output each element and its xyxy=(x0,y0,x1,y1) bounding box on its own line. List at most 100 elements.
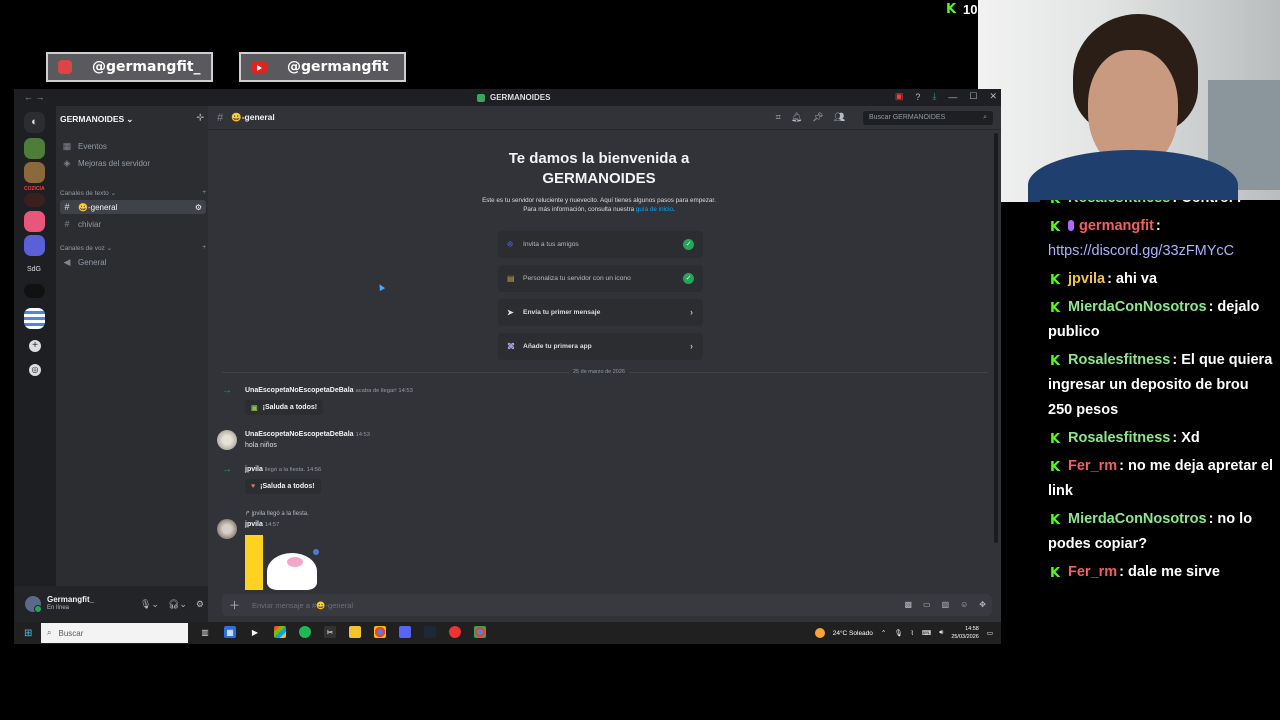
add-channel-icon[interactable]: + xyxy=(202,189,206,197)
task-view-icon[interactable]: ▥ xyxy=(199,626,211,638)
voice-channel-general[interactable]: ◀ General xyxy=(60,255,206,269)
server-icon-5[interactable] xyxy=(24,235,45,256)
guide-link[interactable]: guía de inicio xyxy=(636,206,673,213)
close-icon[interactable]: ✕ xyxy=(989,91,997,102)
spotify-icon[interactable] xyxy=(299,626,311,638)
chat-username[interactable]: Fer_rm xyxy=(1068,458,1117,474)
boosts-link[interactable]: ◈ Mejoras del servidor xyxy=(60,156,206,170)
tray-chevron-icon[interactable]: ⌃ xyxy=(881,629,886,637)
clock[interactable]: 14:58 25/03/2026 xyxy=(951,625,979,641)
apps-icon[interactable]: ✥ xyxy=(979,600,986,609)
server-header[interactable]: GERMANOIDES ⌄ ⊹ xyxy=(60,112,204,126)
avatar[interactable] xyxy=(217,519,237,539)
task-customize-icon[interactable]: ▤ Personaliza tu servidor con un icono ✓ xyxy=(498,265,703,292)
notifications-icon[interactable]: ▭ xyxy=(987,629,993,637)
chat-username[interactable]: jpvila xyxy=(1068,271,1105,287)
server-icon-2[interactable] xyxy=(24,162,45,183)
weather-text[interactable]: 24°C Soleado xyxy=(833,630,873,637)
chat-text: : dale me sirve xyxy=(1119,564,1220,580)
gif-icon[interactable]: ▭ xyxy=(923,600,931,609)
scrollbar[interactable] xyxy=(994,133,998,543)
user-settings-icon[interactable]: ⚙ xyxy=(196,599,204,610)
chat-username[interactable]: germangfit xyxy=(1079,218,1154,234)
obs-icon[interactable] xyxy=(449,626,461,638)
recording-icon[interactable]: ▣ xyxy=(895,91,904,102)
file-explorer-icon[interactable] xyxy=(349,626,361,638)
notification-bell-icon[interactable]: 🔔︎ xyxy=(791,112,802,123)
chat-username[interactable]: Rosalesfitness xyxy=(1068,200,1170,206)
windows-start-icon[interactable]: ⊞ xyxy=(24,628,32,639)
server-icon-7[interactable] xyxy=(24,284,45,298)
taskbar-search[interactable]: ⌕ Buscar xyxy=(41,623,188,643)
maximize-icon[interactable]: ☐ xyxy=(969,91,977,102)
capcut-icon[interactable]: ✂ xyxy=(324,626,336,638)
emoji-icon[interactable]: ☺ xyxy=(960,600,968,609)
threads-icon[interactable]: ⌗ xyxy=(776,112,781,123)
chat-text: : xyxy=(1155,218,1161,234)
microsoft-icon[interactable] xyxy=(274,626,286,638)
gift-icon[interactable]: ▩ xyxy=(904,600,912,609)
channel-settings-icon[interactable]: ⚙ xyxy=(195,203,202,212)
chat-username[interactable]: MierdaConNosotros xyxy=(1068,511,1207,527)
tray-mic-icon[interactable]: 🎙︎ xyxy=(894,629,902,637)
message-author[interactable]: jpvila xyxy=(245,521,263,528)
download-icon[interactable]: ⤓ xyxy=(932,91,936,102)
channel-general[interactable]: # 😀-general ⚙ xyxy=(60,200,206,214)
network-icon[interactable]: ⌇ xyxy=(911,629,914,637)
chat-username[interactable]: MierdaConNosotros xyxy=(1068,299,1207,315)
chrome-profile-icon[interactable] xyxy=(474,626,486,638)
chrome-icon[interactable] xyxy=(374,626,386,638)
task-first-message[interactable]: ➤ Envía tu primer mensaje › xyxy=(498,299,703,326)
sticker-image[interactable] xyxy=(245,535,325,590)
server-label-sdg[interactable]: SdG xyxy=(27,266,41,273)
add-voice-channel-icon[interactable]: + xyxy=(202,244,206,252)
headphones-icon[interactable]: 🎧︎⌄ xyxy=(168,599,187,610)
media-player-icon[interactable]: ▶ xyxy=(249,626,261,638)
reply-reference[interactable]: ↱ jpvila llegó a la fiesta. xyxy=(245,510,309,517)
weather-icon[interactable] xyxy=(814,628,825,638)
keyboard-icon[interactable]: ⌨ xyxy=(922,629,931,637)
help-icon[interactable]: ? xyxy=(915,92,920,102)
events-link[interactable]: ▦ Eventos xyxy=(60,139,206,153)
wave-button[interactable]: ▣ ¡Saluda a todos! xyxy=(245,400,324,415)
explore-icon[interactable]: ◎ xyxy=(29,364,41,376)
chat-link[interactable]: https://discord.gg/33zFMYcC xyxy=(1048,243,1234,259)
message-author[interactable]: jpvila xyxy=(245,466,263,473)
discord-home-icon[interactable]: ◐ xyxy=(24,112,45,133)
server-icon-8[interactable] xyxy=(24,308,45,329)
back-arrow-icon[interactable]: ← → xyxy=(24,92,45,102)
voice-category-label: Canales de voz xyxy=(60,245,105,252)
discord-taskbar-icon[interactable] xyxy=(399,626,411,638)
volume-icon[interactable]: 🔊︎ xyxy=(939,629,943,637)
search-input[interactable]: Buscar GERMANOIDES ⌕ xyxy=(863,111,993,125)
invite-icon[interactable]: ⊹ xyxy=(196,112,204,123)
user-avatar[interactable] xyxy=(25,596,42,613)
task-first-app[interactable]: ⌘ Añade tu primera app › xyxy=(498,333,703,360)
add-server-icon[interactable]: + xyxy=(29,340,41,352)
message-author[interactable]: UnaEscopetaNoEscopetaDeBala xyxy=(245,431,354,438)
chat-message: K Fer_rm: dale me sirve xyxy=(1048,560,1274,585)
server-label-cozicia[interactable]: COZICIA xyxy=(24,186,45,192)
task-invite-friends[interactable]: ꔮ Invita a tus amigos ✓ xyxy=(498,231,703,258)
voice-category[interactable]: Canales de voz ⌄ + xyxy=(60,244,206,252)
chat-username[interactable]: Fer_rm xyxy=(1068,564,1117,580)
text-category[interactable]: Canales de texto ⌄ + xyxy=(60,189,206,197)
wave-button[interactable]: ♥ ¡Saluda a todos! xyxy=(245,479,321,494)
sticker-icon[interactable]: ▧ xyxy=(942,600,950,609)
attach-plus-icon[interactable]: ＋ xyxy=(229,597,240,613)
microphone-icon[interactable]: 🎙︎⌄ xyxy=(140,599,159,610)
channel-chiviar[interactable]: # chiviar xyxy=(60,217,206,231)
chat-username[interactable]: Rosalesfitness xyxy=(1068,430,1170,446)
chat-username[interactable]: Rosalesfitness xyxy=(1068,352,1170,368)
server-icon-3[interactable] xyxy=(24,193,45,207)
server-icon-4[interactable] xyxy=(24,211,45,232)
pin-icon[interactable]: 📌︎ xyxy=(812,112,823,123)
avatar[interactable] xyxy=(217,430,237,450)
message-author[interactable]: UnaEscopetaNoEscopetaDeBala xyxy=(245,387,354,394)
steam-icon[interactable] xyxy=(424,626,436,638)
member-list-icon[interactable]: 👥︎ xyxy=(834,112,845,123)
message-composer[interactable]: ＋ Enviar mensaje a #😀-general ▩ ▭ ▧ ☺ ✥ xyxy=(222,594,992,616)
store-icon[interactable]: ▦ xyxy=(224,626,236,638)
minimize-icon[interactable]: — xyxy=(948,92,957,102)
server-germanoides-icon[interactable] xyxy=(24,138,45,159)
